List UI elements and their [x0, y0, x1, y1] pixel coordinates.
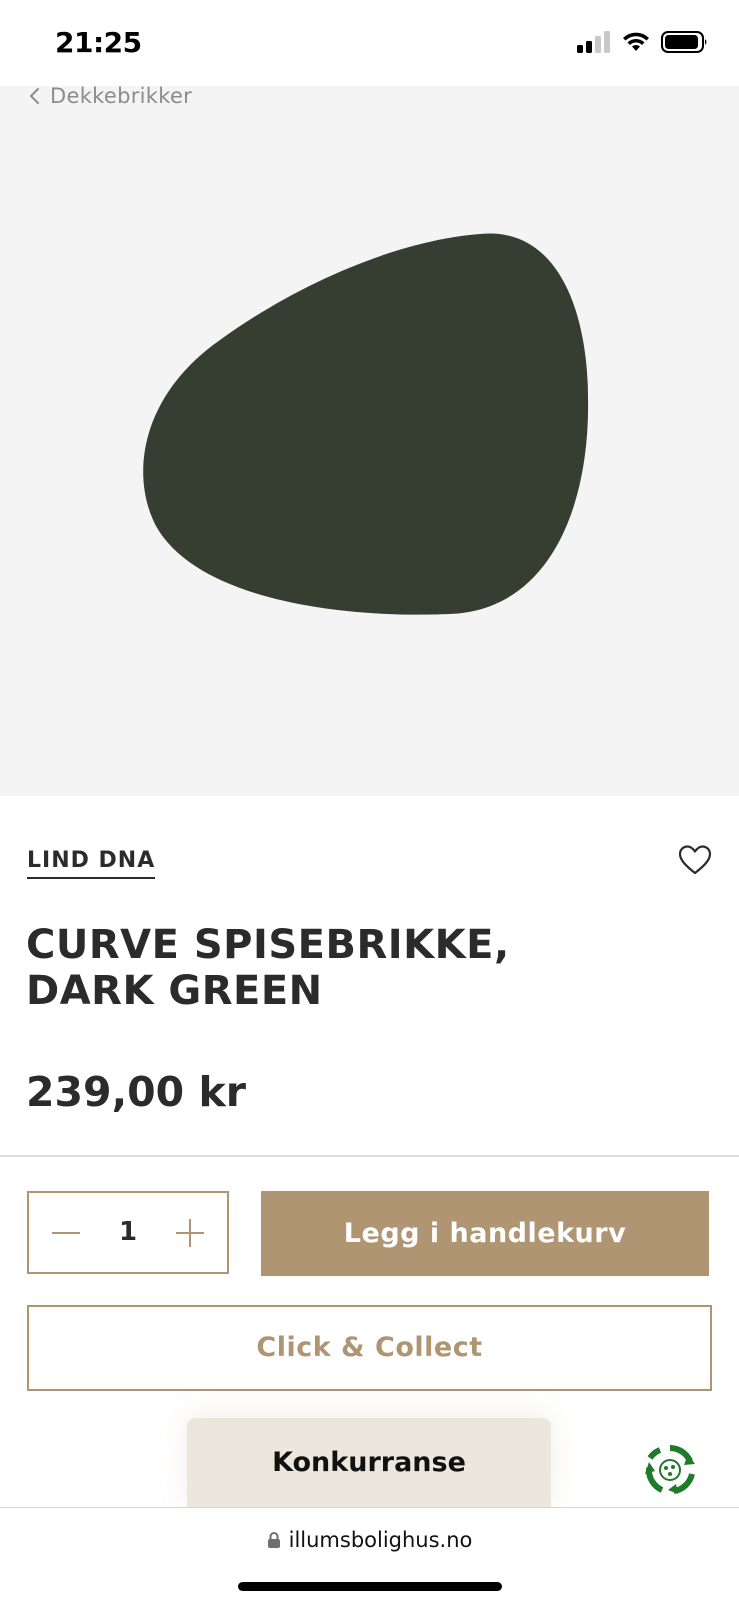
cellular-signal-icon [577, 31, 610, 53]
brand-link[interactable]: LIND DNA [27, 848, 156, 879]
product-title: CURVE SPISEBRIKKE, DARK GREEN [26, 922, 666, 1014]
add-to-cart-button[interactable]: Legg i handlekurv [261, 1191, 709, 1276]
home-indicator [238, 1582, 502, 1591]
browser-url-bar[interactable]: illumsbolighus.no [0, 1507, 739, 1601]
battery-icon [661, 31, 707, 53]
contest-button[interactable]: Konkurranse [187, 1418, 551, 1508]
product-title-line-1: CURVE SPISEBRIKKE, [26, 922, 510, 968]
url-display[interactable]: illumsbolighus.no [0, 1528, 739, 1552]
minus-icon [52, 1231, 80, 1234]
chevron-left-icon [30, 88, 39, 104]
status-icons [577, 30, 709, 54]
heart-outline-icon[interactable] [678, 845, 712, 875]
quantity-decrease-button[interactable] [29, 1193, 103, 1272]
plus-icon [176, 1218, 204, 1247]
product-price: 239,00 kr [26, 1068, 246, 1116]
click-and-collect-button[interactable]: Click & Collect [27, 1305, 712, 1391]
wifi-icon [623, 32, 649, 51]
status-time: 21:25 [55, 26, 142, 59]
breadcrumb-label[interactable]: Dekkebrikker [50, 84, 192, 108]
recycle-badge-icon[interactable] [644, 1444, 696, 1496]
status-bar: 21:25 [0, 0, 739, 86]
lock-icon [267, 1532, 280, 1548]
product-image [143, 233, 589, 615]
product-title-line-2: DARK GREEN [26, 968, 323, 1014]
quantity-value[interactable]: 1 [103, 1193, 153, 1272]
quantity-stepper: 1 [27, 1191, 229, 1274]
quantity-increase-button[interactable] [153, 1193, 227, 1272]
breadcrumb[interactable]: Dekkebrikker [28, 84, 192, 108]
url-text: illumsbolighus.no [288, 1528, 473, 1552]
divider [0, 1155, 739, 1157]
